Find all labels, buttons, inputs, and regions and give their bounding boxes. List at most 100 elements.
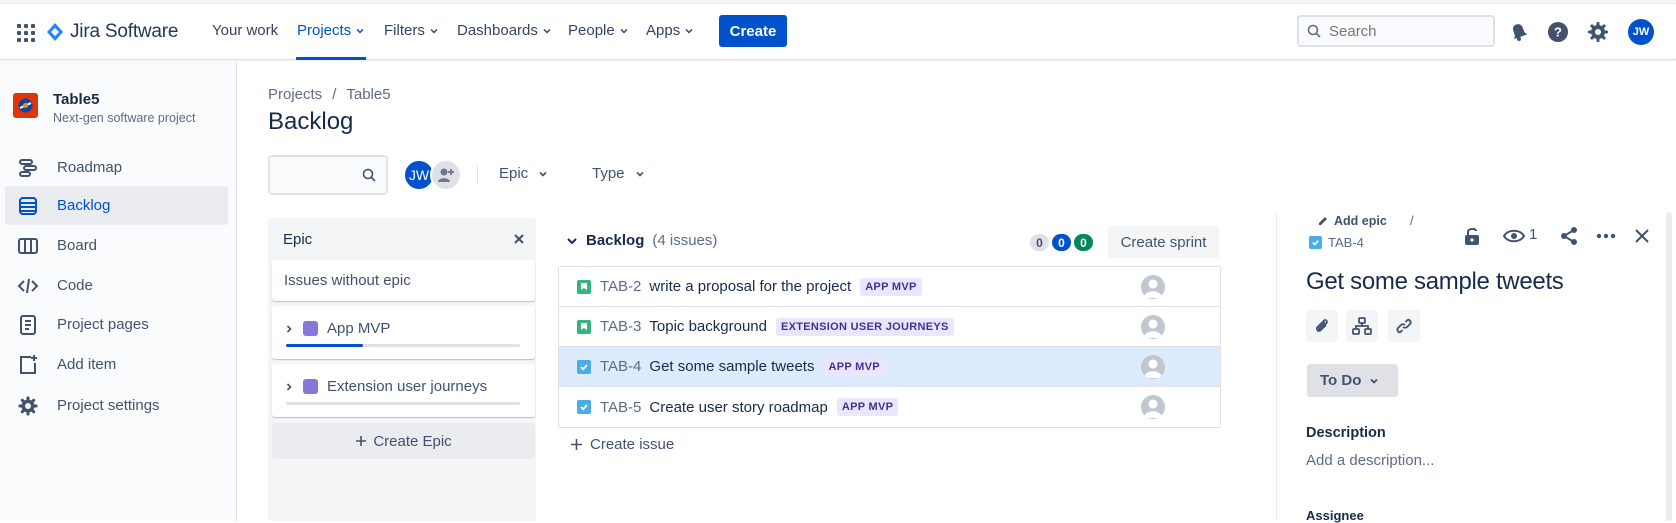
help-icon[interactable]: ? bbox=[1546, 20, 1570, 44]
sidebar-item-code[interactable]: Code bbox=[5, 266, 228, 305]
todo-count-badge: 0 bbox=[1030, 234, 1049, 251]
sidebar-item-project-pages[interactable]: Project pages bbox=[5, 305, 228, 344]
jira-logo[interactable]: Jira Software bbox=[46, 21, 178, 43]
unassigned-avatar-icon[interactable] bbox=[1141, 355, 1165, 379]
issue-row[interactable]: TAB-3 Topic background EXTENSION USER JO… bbox=[559, 307, 1220, 347]
add-epic-label: Add epic bbox=[1334, 214, 1387, 228]
active-nav-indicator bbox=[296, 57, 366, 60]
issue-row[interactable]: TAB-5 Create user story roadmap APP MVP bbox=[559, 387, 1220, 427]
sidebar-item-label: Roadmap bbox=[57, 159, 123, 176]
epic-progress-bar bbox=[286, 344, 520, 347]
sidebar-item-project-settings[interactable]: Project settings bbox=[5, 386, 228, 425]
project-header[interactable]: Table5 Next-gen software project bbox=[13, 91, 195, 125]
breadcrumb-project[interactable]: Table5 bbox=[346, 86, 390, 103]
backlog-header[interactable]: Backlog (4 issues) bbox=[566, 232, 717, 249]
epic-panel-title: Epic bbox=[283, 231, 313, 248]
sidebar-item-board[interactable]: Board bbox=[5, 226, 228, 265]
sidebar-item-add-item[interactable]: Add item bbox=[5, 345, 228, 384]
share-icon[interactable] bbox=[1557, 224, 1581, 248]
detail-panel-divider bbox=[1276, 212, 1277, 521]
user-avatar[interactable]: JW bbox=[1628, 19, 1654, 45]
description-field[interactable]: Add a description... bbox=[1306, 452, 1434, 469]
link-icon[interactable] bbox=[1388, 310, 1420, 342]
chevron-down-icon bbox=[685, 28, 693, 34]
nav-projects[interactable]: Projects bbox=[297, 22, 365, 39]
breadcrumb-separator: / bbox=[332, 86, 337, 103]
create-sprint-button[interactable]: Create sprint bbox=[1108, 226, 1219, 258]
add-item-icon bbox=[20, 354, 37, 374]
chevron-right-icon[interactable] bbox=[284, 382, 294, 392]
nav-your-work[interactable]: Your work bbox=[212, 22, 278, 39]
create-button[interactable]: Create bbox=[719, 15, 787, 47]
backlog-search-input[interactable] bbox=[278, 165, 358, 180]
epic-extension-user-journeys[interactable]: Extension user journeys bbox=[272, 364, 535, 417]
issue-row[interactable]: TAB-2 write a proposal for the project A… bbox=[559, 267, 1220, 307]
filter-label: Type bbox=[592, 165, 625, 182]
issue-row-selected[interactable]: TAB-4 Get some sample tweets APP MVP bbox=[559, 347, 1220, 387]
nav-label: Your work bbox=[212, 22, 279, 39]
issue-key[interactable]: TAB-4 bbox=[600, 358, 641, 375]
breadcrumb-projects[interactable]: Projects bbox=[268, 86, 322, 103]
backlog-search[interactable] bbox=[268, 155, 388, 195]
nav-filters[interactable]: Filters bbox=[384, 22, 439, 39]
sidebar-item-backlog[interactable]: Backlog bbox=[5, 186, 228, 225]
unassigned-avatar-icon[interactable] bbox=[1141, 315, 1165, 339]
nav-people[interactable]: People bbox=[568, 22, 629, 39]
issue-summary: write a proposal for the project bbox=[649, 278, 852, 295]
detail-scrollbar[interactable] bbox=[1666, 212, 1672, 521]
nav-apps[interactable]: Apps bbox=[646, 22, 694, 39]
status-dropdown[interactable]: To Do bbox=[1307, 364, 1398, 397]
issue-key[interactable]: TAB-5 bbox=[600, 399, 641, 416]
nav-dashboards[interactable]: Dashboards bbox=[457, 22, 552, 39]
type-filter-dropdown[interactable]: Type bbox=[592, 165, 645, 182]
issues-without-epic[interactable]: Issues without epic bbox=[272, 260, 535, 301]
notifications-icon[interactable] bbox=[1507, 20, 1531, 44]
chevron-down-icon bbox=[1370, 378, 1379, 384]
create-epic-button[interactable]: Create Epic bbox=[272, 423, 535, 459]
issue-key[interactable]: TAB-3 bbox=[600, 318, 641, 335]
sidebar-item-label: Backlog bbox=[57, 197, 111, 214]
close-icon[interactable] bbox=[510, 230, 528, 248]
pages-icon bbox=[20, 314, 36, 335]
app-switcher-icon[interactable] bbox=[16, 23, 36, 43]
issue-summary: Create user story roadmap bbox=[649, 398, 828, 416]
issue-key-link[interactable]: TAB-4 bbox=[1309, 235, 1364, 250]
epic-app-mvp[interactable]: App MVP bbox=[272, 306, 535, 359]
search-input[interactable] bbox=[1329, 22, 1479, 40]
status-label: To Do bbox=[1320, 372, 1362, 389]
page-title: Backlog bbox=[268, 108, 354, 135]
watch-eye-icon[interactable] bbox=[1501, 224, 1527, 248]
create-epic-label: Create Epic bbox=[373, 432, 452, 450]
global-search[interactable] bbox=[1297, 15, 1495, 47]
issue-title[interactable]: Get some sample tweets bbox=[1306, 268, 1564, 296]
filter-label: Epic bbox=[499, 165, 529, 182]
child-issues-icon[interactable] bbox=[1346, 310, 1378, 342]
chevron-down-icon bbox=[635, 171, 644, 177]
add-epic-button[interactable]: Add epic bbox=[1317, 214, 1387, 228]
add-people-icon[interactable] bbox=[430, 159, 462, 191]
backlog-icon bbox=[19, 196, 37, 215]
chevron-right-icon[interactable] bbox=[284, 324, 294, 334]
create-issue-button[interactable]: Create issue bbox=[570, 436, 674, 453]
breadcrumb-separator: / bbox=[1410, 213, 1414, 228]
sidebar-item-label: Board bbox=[57, 237, 98, 254]
create-issue-label: Create issue bbox=[590, 436, 675, 453]
chevron-down-icon bbox=[567, 237, 577, 244]
issue-key[interactable]: TAB-2 bbox=[600, 278, 641, 295]
more-actions-icon[interactable] bbox=[1594, 224, 1618, 248]
jira-logo-icon bbox=[47, 23, 63, 41]
lock-icon[interactable] bbox=[1460, 224, 1484, 248]
unassigned-avatar-icon[interactable] bbox=[1141, 395, 1165, 419]
chevron-down-icon bbox=[539, 171, 547, 177]
search-icon bbox=[362, 168, 376, 182]
sidebar-item-roadmap[interactable]: Roadmap bbox=[5, 148, 228, 187]
attach-icon[interactable] bbox=[1306, 310, 1338, 342]
backlog-name: Backlog bbox=[586, 232, 645, 249]
roadmap-icon bbox=[19, 158, 37, 177]
epic-filter-dropdown[interactable]: Epic bbox=[499, 165, 548, 182]
settings-gear-icon[interactable] bbox=[1586, 20, 1610, 44]
unassigned-avatar-icon[interactable] bbox=[1141, 275, 1165, 299]
search-icon bbox=[1307, 24, 1321, 38]
epic-color-swatch bbox=[303, 321, 318, 336]
close-icon[interactable] bbox=[1630, 224, 1654, 248]
